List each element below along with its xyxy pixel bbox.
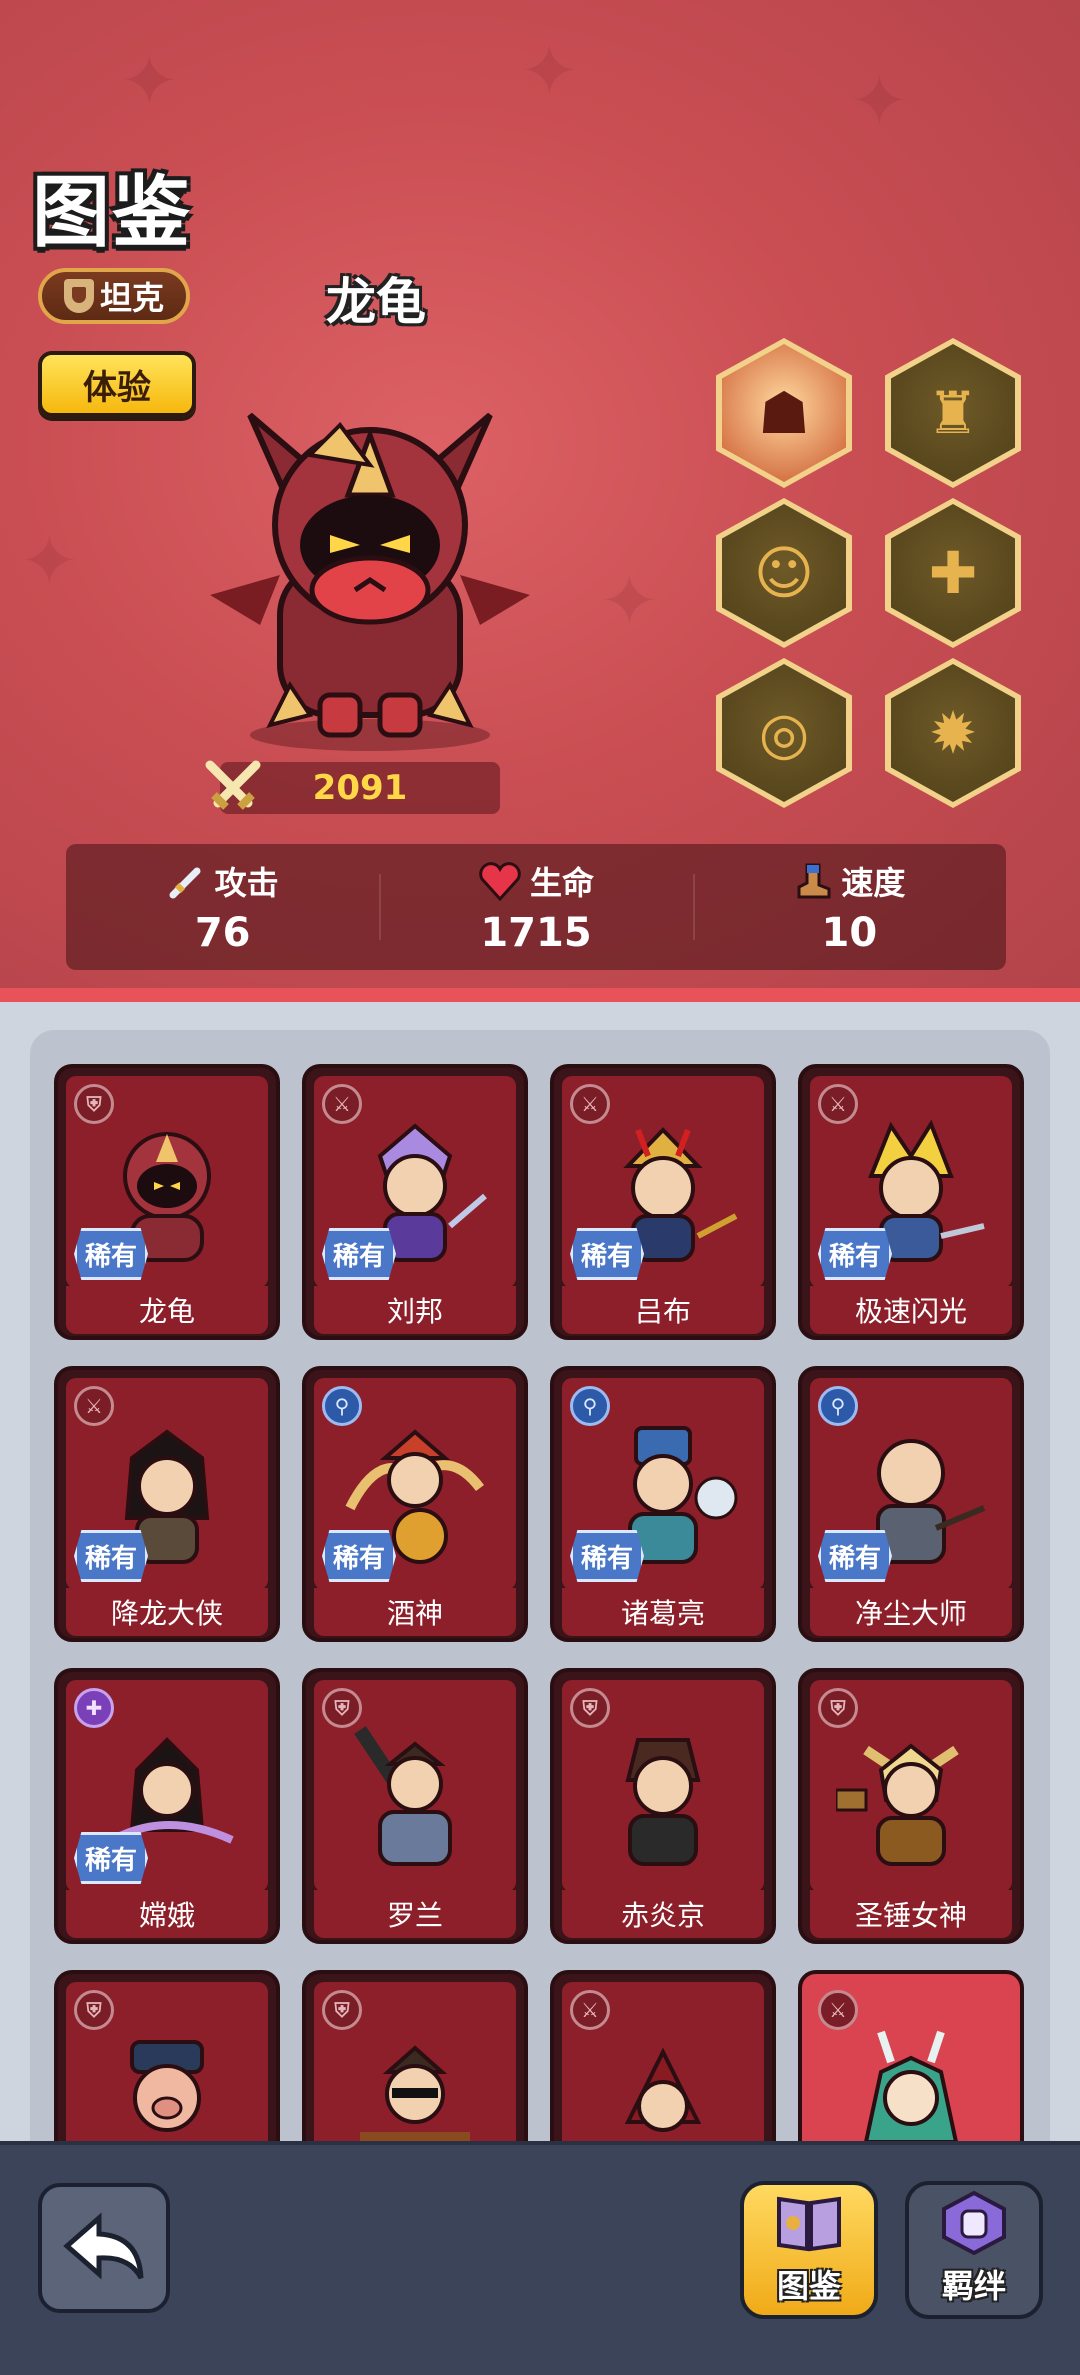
back-button[interactable]: [38, 2183, 170, 2313]
rarity-badge: 稀有: [570, 1228, 644, 1280]
hero-card[interactable]: ⛨ 赤炎京: [550, 1668, 776, 1944]
section-divider: [0, 988, 1080, 1002]
hero-detail-panel: ✦ ✦ ✦ ✦ ✦ 图鉴 坦克 体验 龙龟 2091 ☗ ♜ ☺ ✚ ◎ ✹ 攻…: [0, 0, 1080, 990]
hero-art: ⚔ 稀有: [810, 1076, 1012, 1288]
hero-name: 酒神: [314, 1588, 516, 1636]
hero-portrait: [210, 412, 530, 751]
burst-skill-icon: ✹: [928, 699, 978, 767]
hero-art: ⛨: [562, 1680, 764, 1892]
hero-portrait: [836, 1743, 959, 1866]
buff-skill-icon: ✚: [928, 539, 978, 607]
skill-slot[interactable]: ◎: [716, 658, 852, 808]
hero-art: ⚲ 稀有: [562, 1378, 764, 1590]
stat-label: 速度: [841, 864, 906, 902]
hero-art: ⚔ 稀有: [66, 1378, 268, 1590]
hero-card[interactable]: ⚔ 稀有 吕布: [550, 1064, 776, 1340]
background-pattern: ✦: [520, 30, 579, 112]
whirl-skill-icon: ☺: [753, 539, 815, 607]
stat-label: 生命: [529, 864, 594, 902]
skill-slot[interactable]: ♜: [885, 338, 1021, 488]
hero-name: 龙龟: [326, 273, 426, 331]
stat-label: 攻击: [214, 864, 279, 902]
boot-icon: [797, 863, 831, 899]
sword-icon: [169, 867, 201, 899]
hero-name: 圣锤女神: [810, 1890, 1012, 1938]
page-title: 图鉴: [32, 168, 193, 258]
back-arrow-icon: [63, 2212, 144, 2280]
hero-card[interactable]: ⛨ 圣锤女神: [798, 1668, 1024, 1944]
stat-value: 10: [821, 910, 878, 956]
rarity-badge: 稀有: [322, 1228, 396, 1280]
hero-card[interactable]: ⛨ 稀有 龙龟: [54, 1064, 280, 1340]
rarity-badge: 稀有: [74, 1832, 148, 1884]
hero-name: 罗兰: [314, 1890, 516, 1938]
rarity-badge: 稀有: [74, 1530, 148, 1582]
stat-attack: 攻击 76: [66, 844, 379, 970]
heart-icon: [479, 862, 521, 901]
hero-name: 龙龟: [66, 1286, 268, 1334]
swirl-skill-icon: ◎: [758, 699, 810, 767]
stat-health: 生命 1715: [379, 844, 692, 970]
book-icon: [777, 2196, 841, 2252]
rarity-badge: 稀有: [74, 1228, 148, 1280]
hero-art: ⛨ 稀有: [66, 1076, 268, 1288]
hero-name: 极速闪光: [810, 1286, 1012, 1334]
skill-slot[interactable]: ✹: [885, 658, 1021, 808]
role-badge: 坦克: [38, 268, 190, 324]
hero-art: ✚ 稀有: [66, 1680, 268, 1892]
bond-label: 羁绊: [941, 2267, 1006, 2305]
codex-label: 图鉴: [776, 2267, 841, 2305]
hero-name: 吕布: [562, 1286, 764, 1334]
hero-card[interactable]: ⚔ 稀有 降龙大侠: [54, 1366, 280, 1642]
rarity-badge: 稀有: [818, 1228, 892, 1280]
rarity-badge: 稀有: [818, 1530, 892, 1582]
skill-slot[interactable]: ☗: [716, 338, 852, 488]
hero-art: ⚲ 稀有: [810, 1378, 1012, 1590]
hero-name: 嫦娥: [66, 1890, 268, 1938]
stat-speed: 速度 10: [692, 844, 1006, 970]
rarity-badge: 稀有: [570, 1530, 644, 1582]
hero-art: ⚲ 稀有: [314, 1378, 516, 1590]
hero-card[interactable]: ✚ 稀有 嫦娥: [54, 1668, 280, 1944]
hero-name: 赤炎京: [562, 1890, 764, 1938]
hero-name: 刘邦: [314, 1286, 516, 1334]
hero-art: ⚔ 稀有: [562, 1076, 764, 1288]
rarity-badge: 稀有: [322, 1530, 396, 1582]
hero-name: 净尘大师: [810, 1588, 1012, 1636]
hero-card[interactable]: ⚲ 稀有 净尘大师: [798, 1366, 1024, 1642]
hero-card[interactable]: ⛨ 罗兰: [302, 1668, 528, 1944]
hero-card[interactable]: ⚲ 稀有 诸葛亮: [550, 1366, 776, 1642]
stat-value: 76: [194, 910, 251, 956]
background-pattern: ✦: [120, 40, 179, 122]
crossed-swords-icon: [205, 760, 261, 810]
hero-card[interactable]: ⚔ 稀有 刘邦: [302, 1064, 528, 1340]
hero-portrait: [354, 1726, 452, 1866]
background-pattern: ✦: [600, 560, 659, 642]
armor-skill-icon: ♜: [927, 379, 979, 447]
hero-art: ⛨: [314, 1680, 516, 1892]
demon-skill-icon: ☗: [758, 379, 810, 447]
hero-portrait: [625, 1738, 701, 1866]
skill-slot[interactable]: ✚: [885, 498, 1021, 648]
hero-art: ⛨: [810, 1680, 1012, 1892]
bottom-nav: 图鉴 羁绊: [0, 2141, 1080, 2375]
background-pattern: ✦: [850, 60, 909, 142]
bond-button[interactable]: 羁绊: [905, 2181, 1043, 2319]
shield-icon: [63, 279, 94, 313]
hero-name: 诸葛亮: [562, 1588, 764, 1636]
fist-icon: [942, 2191, 1006, 2255]
hero-card[interactable]: ⚲ 稀有 酒神: [302, 1366, 528, 1642]
skill-slot[interactable]: ☺: [716, 498, 852, 648]
hero-card[interactable]: ⚔ 稀有 极速闪光: [798, 1064, 1024, 1340]
stat-value: 1715: [480, 910, 592, 956]
role-label: 坦克: [99, 279, 164, 317]
codex-button[interactable]: 图鉴: [740, 2181, 878, 2319]
hero-art: ⚔ 稀有: [314, 1076, 516, 1288]
hero-name: 降龙大侠: [66, 1588, 268, 1636]
stats-bar: 攻击 76 生命 1715 速度 10: [66, 844, 1006, 970]
background-pattern: ✦: [20, 520, 79, 602]
